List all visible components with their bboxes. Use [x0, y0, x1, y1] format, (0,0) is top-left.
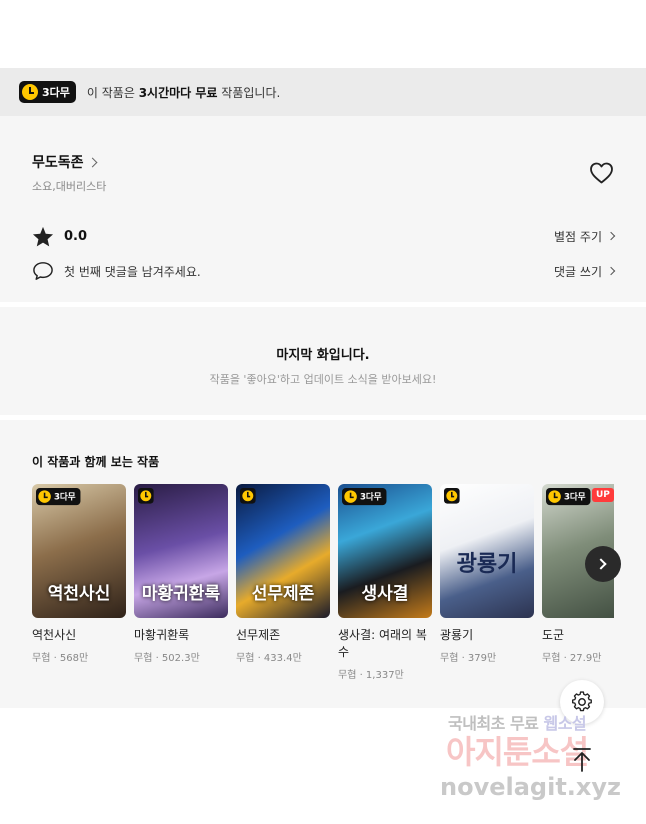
comment-row: 첫 번째 댓글을 남겨주세요. 댓글 쓰기 — [32, 259, 616, 283]
card-meta: 무협 · 27.9만 — [542, 653, 602, 664]
chevron-right-icon — [87, 157, 97, 167]
rating-value: 0.0 — [64, 228, 88, 244]
recommend-title: 이 작품과 함께 보는 작품 — [32, 455, 160, 469]
cover-image: 3다무 생사결 — [338, 484, 432, 618]
star-icon — [32, 226, 54, 246]
chevron-right-icon — [595, 558, 607, 570]
recommend-card[interactable]: 마황귀환록 마황귀환록 무협 · 502.3만 — [134, 484, 228, 664]
last-episode-section: 마지막 화입니다. 작품을 '좋아요'하고 업데이트 소식을 받아보세요! — [0, 307, 646, 415]
card-title: 선무제존 — [236, 628, 281, 642]
free-badge-label: 3다무 — [53, 491, 76, 503]
cover-image: 마황귀환록 — [134, 484, 228, 618]
notice-emphasis: 3시간마다 무료 — [138, 85, 218, 100]
cover-title: 역천사신 — [47, 584, 111, 604]
card-meta: 무협 · 502.3만 — [134, 653, 200, 664]
free-badge: 3다무 — [19, 81, 76, 103]
notice-prefix: 이 작품은 — [86, 85, 139, 100]
card-meta: 무협 · 1,337만 — [338, 670, 404, 681]
comment-icon — [33, 262, 53, 280]
chevron-right-icon — [606, 231, 616, 241]
heart-icon[interactable] — [589, 162, 614, 184]
cover-image: 3다무 역천사신 — [32, 484, 126, 618]
cover-title: 마황귀환록 — [141, 584, 221, 604]
clock-icon — [140, 490, 152, 502]
recommend-card[interactable]: 광룡기 광룡기 무협 · 379만 — [440, 484, 534, 664]
work-title-link[interactable]: 무도독존 — [32, 152, 97, 172]
cover-title: 선무제존 — [251, 584, 315, 604]
work-title: 무도독존 — [32, 155, 84, 171]
recommend-card[interactable]: 3다무 생사결 생사결: 여래의 복수 무협 · 1,337만 — [338, 484, 432, 681]
last-episode-heading: 마지막 화입니다. — [276, 348, 370, 363]
card-title: 도군 — [542, 628, 565, 642]
free-badge-label: 3다무 — [359, 491, 382, 503]
rate-button-label: 별점 주기 — [554, 229, 602, 244]
watermark-line3: novelagit.xyz — [440, 773, 622, 801]
recommend-section: 이 작품과 함께 보는 작품 3다무 역천사신 역천사신 무협 · 568만 마… — [0, 420, 646, 708]
rating-row: 0.0 별점 주기 — [32, 224, 616, 248]
free-badge: 3다무 — [546, 488, 591, 506]
last-episode-sub: 작품을 '좋아요'하고 업데이트 소식을 받아보세요! — [209, 373, 437, 386]
card-title: 마황귀환록 — [134, 628, 190, 642]
card-title: 역천사신 — [32, 628, 77, 642]
write-comment-label: 댓글 쓰기 — [554, 264, 602, 279]
cover-image: 선무제존 — [236, 484, 330, 618]
cover-image: 광룡기 — [440, 484, 534, 618]
watermark-line1-a: 국내최초 무료 — [448, 714, 544, 733]
recommend-card[interactable]: 3다무 역천사신 역천사신 무협 · 568만 — [32, 484, 126, 664]
rate-button[interactable]: 별점 주기 — [554, 228, 616, 245]
clock-badge — [138, 488, 154, 504]
arrow-up-icon — [573, 748, 591, 772]
clock-badge — [240, 488, 256, 504]
carousel-next-button[interactable] — [585, 546, 621, 582]
card-meta: 무협 · 379만 — [440, 653, 497, 664]
comment-prompt: 첫 번째 댓글을 남겨주세요. — [64, 264, 201, 279]
clock-icon — [446, 490, 458, 502]
card-meta: 무협 · 568만 — [32, 653, 89, 664]
card-title: 광룡기 — [440, 628, 474, 642]
clock-icon — [38, 490, 51, 503]
work-authors: 소요,대버리스타 — [32, 180, 107, 193]
clock-icon — [548, 490, 561, 503]
chevron-right-icon — [606, 266, 616, 276]
free-badge-label: 3다무 — [42, 86, 70, 99]
clock-icon — [242, 490, 254, 502]
recommend-card[interactable]: 선무제존 선무제존 무협 · 433.4만 — [236, 484, 330, 664]
free-notice-bar: 3다무 이 작품은 3시간마다 무료 작품입니다. — [0, 68, 646, 116]
work-info-section: 무도독존 소요,대버리스타 0.0 별점 주기 첫 번째 댓글을 남겨주세요. … — [0, 116, 646, 302]
clock-icon — [22, 84, 38, 100]
up-badge: UP — [592, 488, 614, 502]
scroll-top-button[interactable] — [567, 745, 597, 775]
watermark: 국내최초 무료 웹소설 아지툰소설 novelagit.xyz — [440, 710, 646, 802]
card-meta: 무협 · 433.4만 — [236, 653, 302, 664]
write-comment-button[interactable]: 댓글 쓰기 — [554, 263, 616, 280]
free-badge-label: 3다무 — [563, 491, 586, 503]
free-badge: 3다무 — [342, 488, 387, 506]
clock-badge — [444, 488, 460, 504]
cover-title: 광룡기 — [456, 552, 518, 577]
recommend-carousel: 3다무 역천사신 역천사신 무협 · 568만 마황귀환록 마황귀환록 무협 ·… — [32, 484, 614, 694]
watermark-line1-b: 웹소설 — [543, 714, 587, 733]
free-notice-text: 이 작품은 3시간마다 무료 작품입니다. — [87, 84, 280, 101]
watermark-line1: 국내최초 무료 웹소설 — [448, 710, 646, 734]
card-title: 생사결: 여래의 복수 — [338, 628, 427, 659]
notice-suffix: 작품입니다. — [217, 85, 281, 100]
free-badge: 3다무 — [36, 488, 81, 506]
cover-title: 생사결 — [361, 584, 409, 604]
watermark-line2: 아지툰소설 — [446, 733, 589, 771]
clock-icon — [344, 490, 357, 503]
